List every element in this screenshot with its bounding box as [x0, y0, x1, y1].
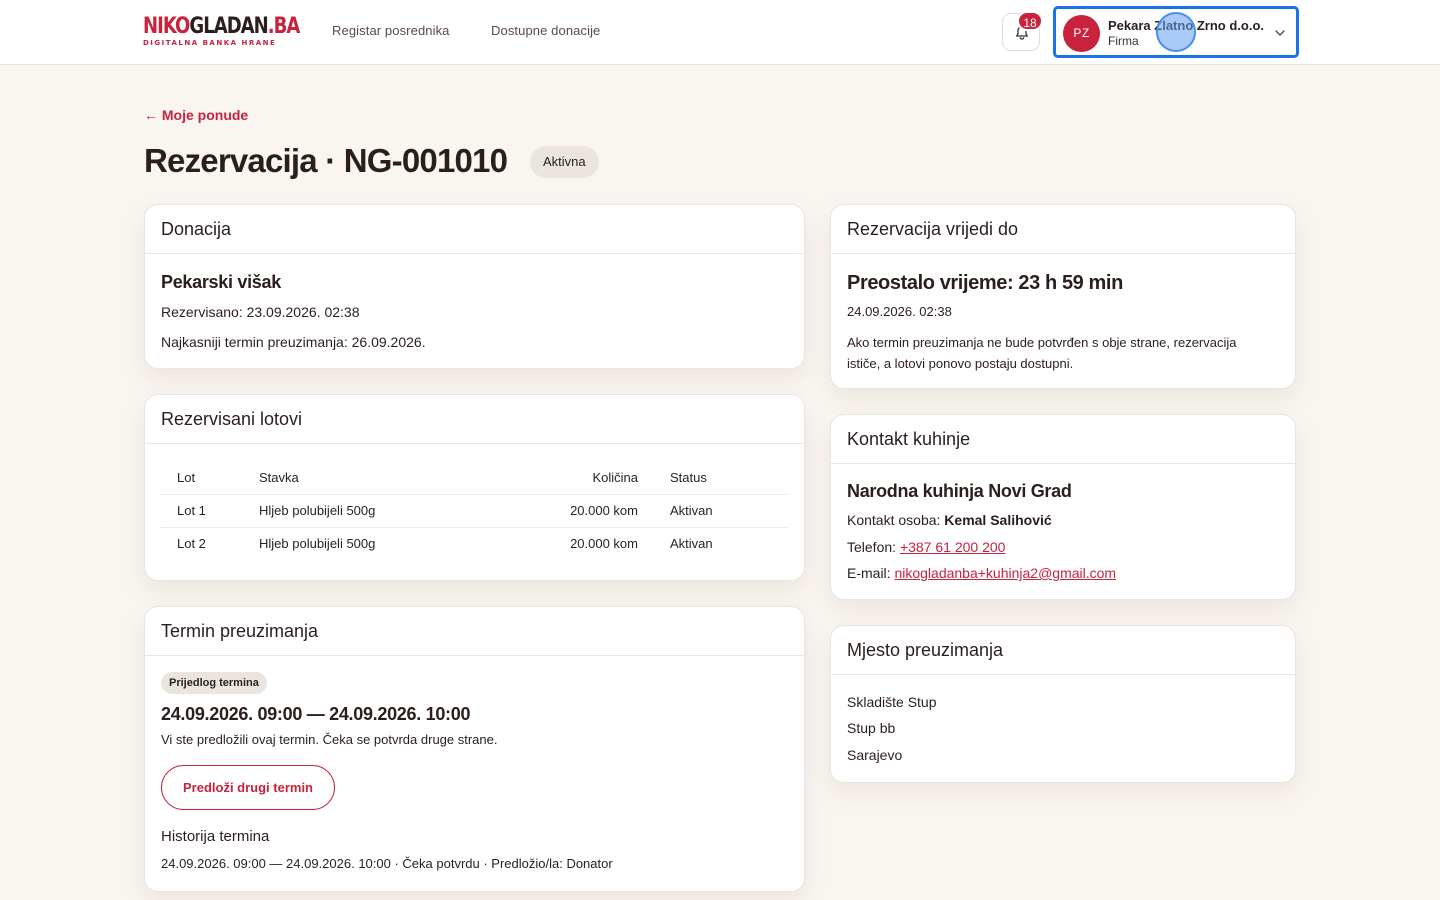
avatar: PZ [1063, 15, 1100, 52]
term-history-item: 24.09.2026. 09:00 — 24.09.2026. 10:00 · … [161, 856, 613, 871]
place-line-city: Sarajevo [847, 747, 903, 763]
pickup-place-card: Mjesto preuzimanja Skladište Stup Stup b… [830, 625, 1296, 783]
table-header-row: Lot Stavka Količina Status [161, 461, 789, 494]
pickup-place-heading: Mjesto preuzimanja [831, 626, 1295, 675]
column-header-quantity: Količina [592, 469, 638, 485]
term-note: Vi ste predložili ovaj termin. Čeka se p… [161, 732, 498, 747]
propose-other-term-button[interactable]: Predloži drugi termin [161, 765, 335, 810]
lots-table: Lot Stavka Količina Status Lot 1 Hljeb p… [161, 461, 789, 560]
email-row: E-mail: nikogladanba+kuhinja2@gmail.com [847, 565, 1117, 581]
expiry-info: Ako termin preuzimanja ne bude potvrđen … [847, 335, 1237, 371]
place-line-warehouse: Skladište Stup [847, 694, 937, 710]
nav-link-registar-posrednika[interactable]: Registar posrednika [332, 23, 450, 38]
term-history-heading: Historija termina [161, 828, 270, 845]
status-badge: Aktivna [530, 146, 599, 178]
reserved-lots-heading: Rezervisani lotovi [145, 395, 804, 444]
lot-cell: Lot 1 [161, 493, 259, 528]
kitchen-name: Narodna kuhinja Novi Grad [847, 481, 1072, 501]
column-header-status: Status [670, 469, 707, 485]
item-cell: Hljeb polubijeli 500g [259, 493, 514, 528]
remaining-time: Preostalo vrijeme: 23 h 59 min [847, 272, 1123, 294]
place-line-street: Stup bb [847, 720, 896, 736]
logo-wordmark: NIKOGLADAN.BA [143, 14, 300, 39]
term-proposal-chip: Prijedlog termina [161, 672, 267, 694]
pickup-term-heading: Termin preuzimanja [145, 607, 804, 656]
back-to-my-offers-link[interactable]: ← Moje ponude [144, 107, 248, 123]
donation-card: Donacija Pekarski višak Rezervisano: 23.… [144, 204, 805, 369]
user-role: Firma [1108, 34, 1139, 48]
chevron-down-icon [1275, 30, 1285, 36]
contact-person-name: Kemal Salihović [944, 512, 1052, 528]
quantity-cell: 20.000 kom [570, 536, 638, 552]
lot-cell: Lot 2 [177, 536, 206, 552]
page-title: Rezervacija · NG-001010 [144, 142, 508, 179]
column-header-lot: Lot [177, 469, 196, 485]
donation-name: Pekarski višak [161, 272, 281, 292]
nav-link-dostupne-donacije[interactable]: Dostupne donacije [491, 23, 600, 38]
contact-person-row: Kontakt osoba: Kemal Salihović [847, 512, 1052, 528]
column-header-item: Stavka [259, 469, 299, 485]
notifications-count-badge: 18 [1017, 11, 1043, 31]
mouse-cursor-indicator [1156, 12, 1196, 52]
latest-pickup-date: Najkasniji termin preuzimanja: 26.09.202… [161, 334, 426, 350]
email-link[interactable]: nikogladanba+kuhinja2@gmail.com [894, 565, 1116, 581]
table-row: Lot 2 Hljeb polubijeli 500g 20.000 kom A… [161, 527, 789, 560]
reservation-valid-until-card: Rezervacija vrijedi do Preostalo vrijeme… [830, 204, 1296, 389]
kitchen-contact-card: Kontakt kuhinje Narodna kuhinja Novi Gra… [830, 414, 1296, 600]
kitchen-contact-heading: Kontakt kuhinje [831, 415, 1295, 464]
table-row: Lot 1 Hljeb polubijeli 500g 20.000 kom A… [161, 493, 789, 528]
valid-until-heading: Rezervacija vrijedi do [831, 205, 1295, 254]
pickup-term-card: Termin preuzimanja Prijedlog termina 24.… [144, 606, 805, 892]
logo-tagline: DIGITALNA BANKA HRANE [143, 39, 277, 47]
status-cell: Aktivan [670, 493, 789, 528]
phone-link[interactable]: +387 61 200 200 [900, 539, 1006, 555]
status-cell: Aktivan [670, 536, 713, 552]
quantity-cell: 20.000 kom [514, 493, 670, 528]
phone-row: Telefon: +387 61 200 200 [847, 539, 1006, 555]
item-cell: Hljeb polubijeli 500g [259, 536, 376, 552]
site-logo[interactable]: NIKOGLADAN.BA DIGITALNA BANKA HRANE [143, 14, 300, 49]
donation-card-heading: Donacija [145, 205, 804, 254]
reserved-lots-card: Rezervisani lotovi Lot Stavka Količina S… [144, 394, 805, 581]
valid-until-date: 24.09.2026. 02:38 [847, 304, 952, 319]
term-range: 24.09.2026. 09:00 — 24.09.2026. 10:00 [161, 704, 471, 724]
top-navigation-bar: NIKOGLADAN.BA DIGITALNA BANKA HRANE Regi… [0, 0, 1440, 65]
reserved-at: Rezervisano: 23.09.2026. 02:38 [161, 304, 360, 320]
